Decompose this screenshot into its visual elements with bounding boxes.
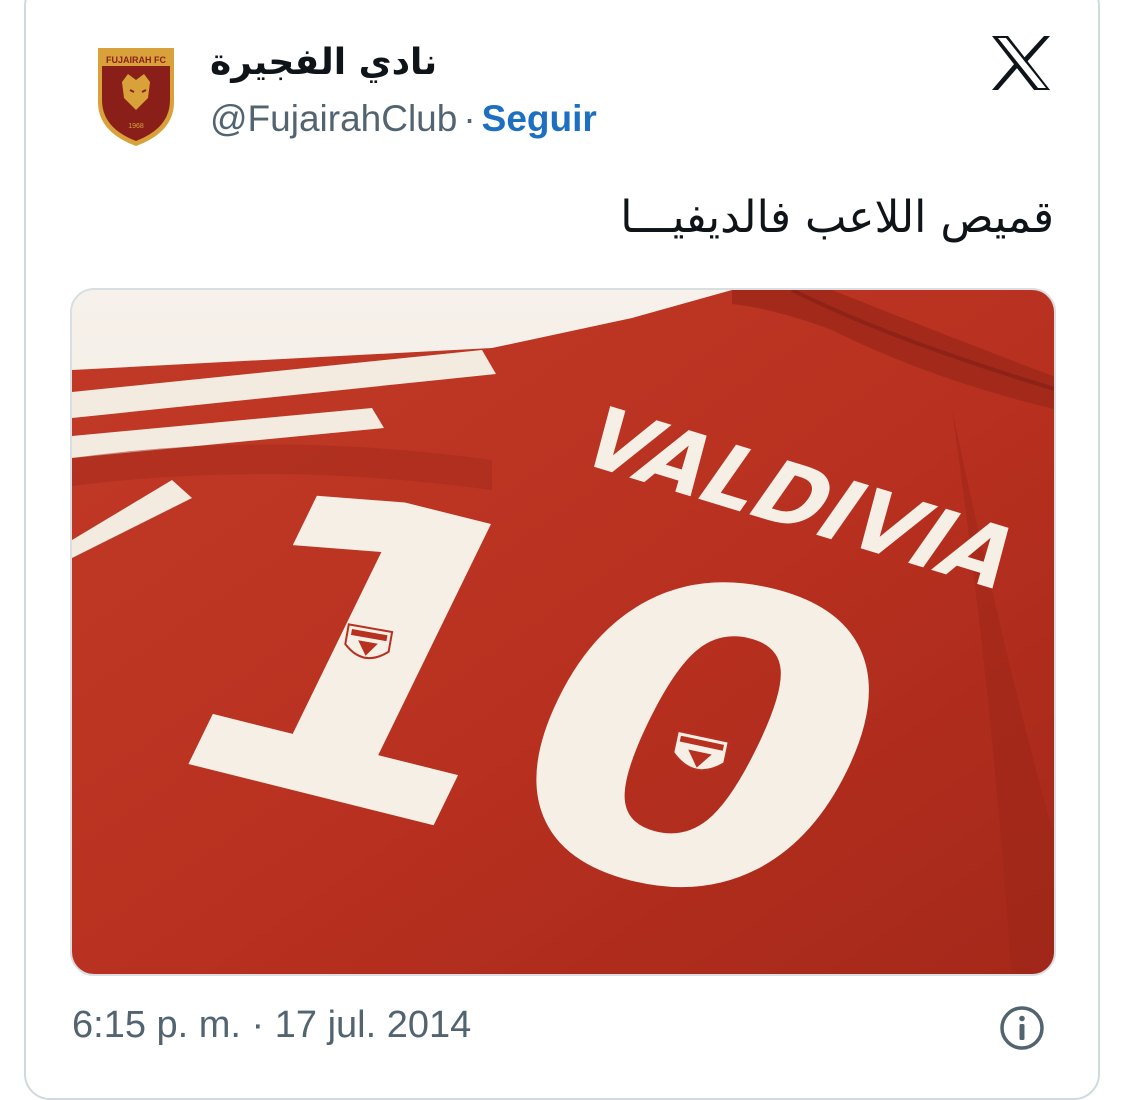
- tweet-timestamp[interactable]: 6:15 p. m. · 17 jul. 2014: [72, 1004, 471, 1047]
- handle[interactable]: @FujairahClub: [210, 98, 457, 139]
- x-logo-icon[interactable]: [990, 34, 1052, 92]
- crest-year: 1968: [128, 123, 144, 130]
- handle-row: @FujairahClub · Seguir: [210, 98, 597, 140]
- tweet-text: قميص اللاعب فالديفيـــا: [620, 192, 1054, 243]
- display-name[interactable]: نادي الفجيرة: [210, 42, 437, 83]
- tweet-media-image[interactable]: VALDIVIA 10: [70, 288, 1056, 976]
- follow-button[interactable]: Seguir: [482, 98, 597, 139]
- info-icon[interactable]: [998, 1004, 1046, 1052]
- avatar[interactable]: FUJAIRAH FC 1968: [92, 44, 180, 148]
- jersey-photo: VALDIVIA 10: [72, 290, 1054, 974]
- separator-dot: ·: [463, 98, 476, 139]
- crest-badge-text: FUJAIRAH FC: [106, 55, 166, 65]
